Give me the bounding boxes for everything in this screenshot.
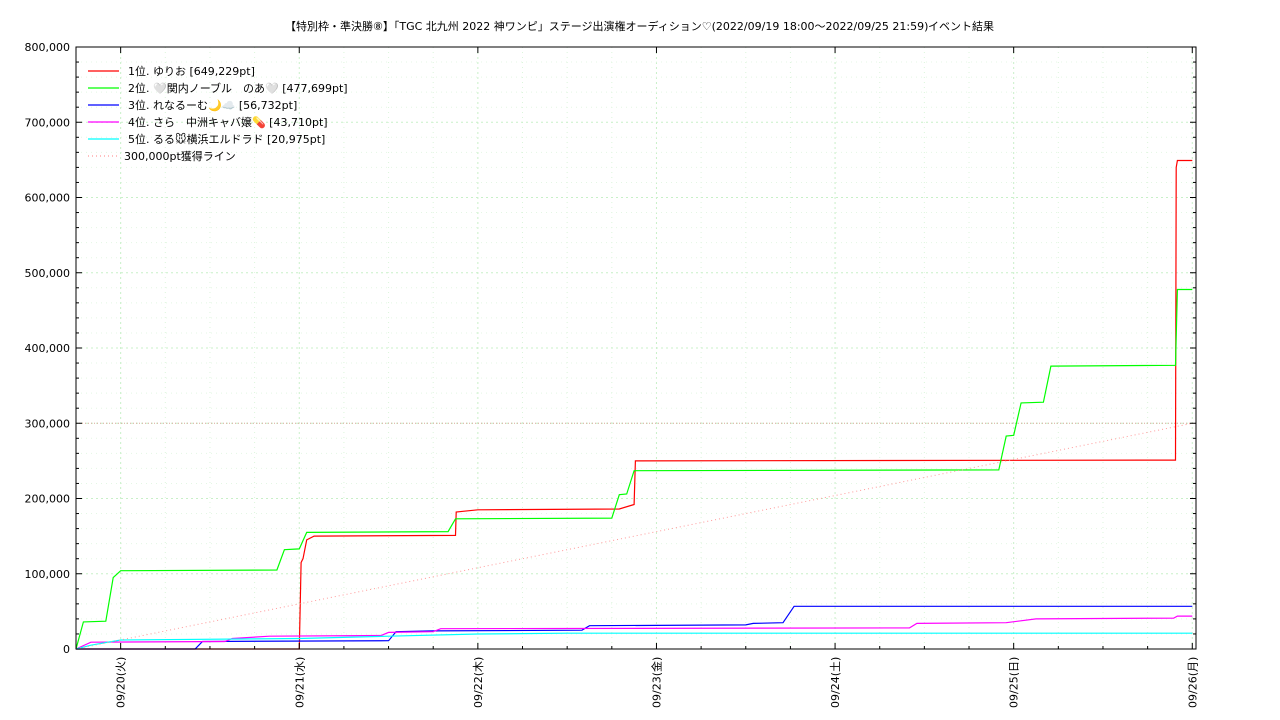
legend-label-6: 300,000pt獲得ライン — [124, 150, 236, 163]
x-tick-label: 09/24(土) — [829, 657, 842, 708]
x-tick-label: 09/21(水) — [293, 657, 306, 708]
legend-label-5: 5位. るる🐭横浜エルドラド [20,975pt] — [128, 132, 325, 146]
y-tick-label: 200,000 — [25, 493, 71, 506]
series-line-2 — [75, 288, 1193, 650]
y-tick-label: 700,000 — [25, 116, 71, 129]
chart-subtitle: イベント結果 — [928, 19, 994, 33]
y-tick-label: 400,000 — [25, 342, 71, 355]
x-tick-label: 09/22(木) — [472, 657, 485, 708]
y-tick-label: 500,000 — [25, 267, 71, 280]
y-tick-label: 0 — [63, 643, 70, 656]
y-tick-label: 100,000 — [25, 568, 71, 581]
legend-label-1: 1位. ゆりお [649,229pt] — [128, 64, 255, 78]
x-tick-label: 09/20(火) — [115, 657, 128, 708]
y-tick-label: 300,000 — [25, 417, 71, 430]
y-tick-label: 800,000 — [25, 41, 71, 54]
legend-label-4: 4位. さら 中洲キャバ嬢💊 [43,710pt] — [128, 115, 328, 129]
legend: 1位. ゆりお [649,229pt] 2位. 🤍関内ノーブル のあ🤍 [477,… — [88, 64, 348, 163]
series-line-4 — [75, 615, 1193, 650]
legend-label-2: 2位. 🤍関内ノーブル のあ🤍 [477,699pt] — [128, 81, 348, 95]
x-tick-label: 09/25(日) — [1008, 657, 1021, 708]
series-line-6 — [75, 422, 1193, 650]
series-line-3 — [76, 605, 1193, 650]
series-line-1 — [76, 159, 1193, 650]
series-layer — [75, 159, 1193, 650]
y-tick-label: 600,000 — [25, 192, 71, 205]
line-chart: 【特別枠・準決勝⑧】「TGC 北九州 2022 神ワンピ」ステージ出演権オーディ… — [25, 19, 1200, 708]
legend-label-3: 3位. れなるーむ🌙☁️ [56,732pt] — [128, 98, 297, 112]
x-tick-label: 09/23(金) — [649, 657, 663, 708]
chart-title: 【特別枠・準決勝⑧】「TGC 北九州 2022 神ワンピ」ステージ出演権オーディ… — [285, 19, 928, 33]
x-tick-label: 09/26(月) — [1186, 657, 1199, 708]
